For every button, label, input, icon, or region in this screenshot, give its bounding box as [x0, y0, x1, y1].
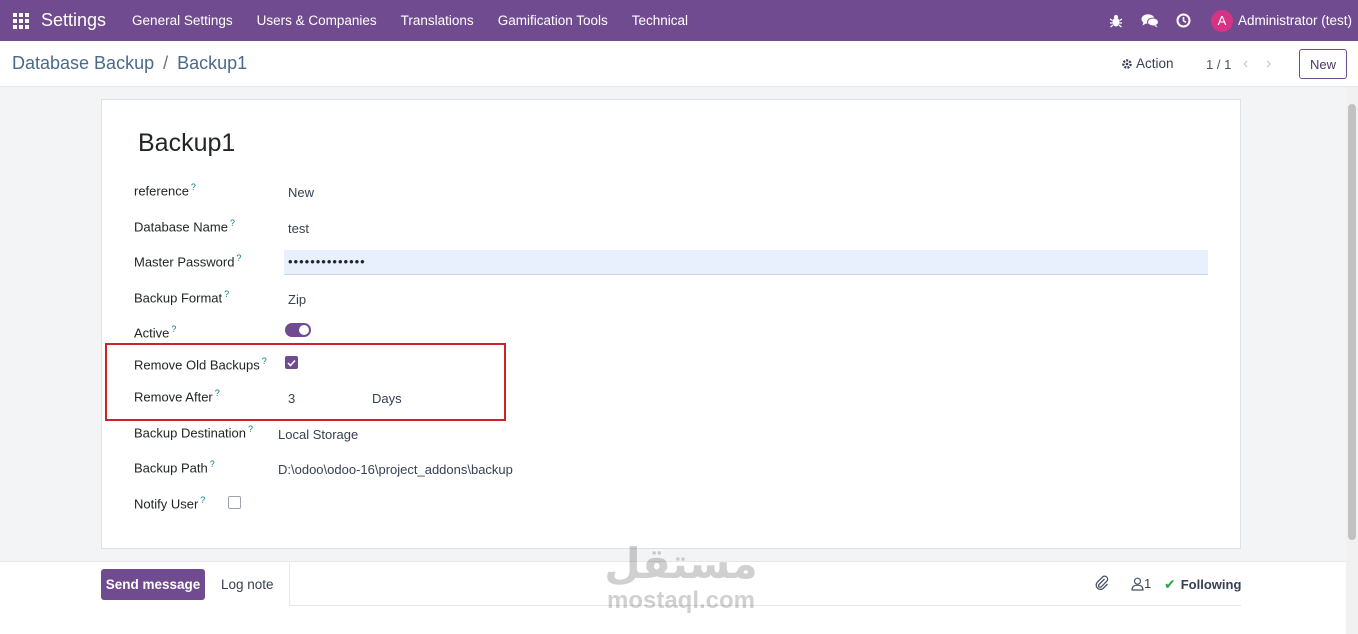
label-reference: reference? [134, 182, 196, 199]
label-backup-destination: Backup Destination? [134, 424, 254, 441]
label-database-name: Database Name? [134, 218, 235, 235]
chatter: Send message Log note 1 ✔ Following [0, 561, 1346, 634]
action-menu-button[interactable]: Action [1121, 56, 1174, 71]
label-backup-path: Backup Path? [134, 459, 215, 476]
control-panel: Database Backup / Backup1 Action 1 / 1 ‹… [0, 41, 1358, 87]
help-icon[interactable]: ? [210, 459, 215, 469]
backup-format-select[interactable]: Zip [288, 292, 306, 307]
menu-general-settings[interactable]: General Settings [132, 13, 233, 28]
following-button[interactable]: ✔ Following [1164, 576, 1241, 593]
active-toggle[interactable] [285, 323, 311, 337]
backup-destination-select[interactable]: Local Storage [278, 427, 358, 442]
help-icon[interactable]: ? [191, 182, 196, 192]
notify-user-checkbox[interactable] [228, 496, 241, 509]
highlight-annotation [105, 343, 506, 421]
reference-value: New [288, 185, 315, 200]
label-master-password: Master Password? [134, 253, 242, 270]
apps-grid-icon[interactable] [13, 12, 29, 29]
followers-button[interactable]: 1 [1131, 576, 1151, 591]
breadcrumb-current: Backup1 [177, 53, 248, 73]
help-icon[interactable]: ? [224, 289, 229, 299]
menu-users-companies[interactable]: Users & Companies [257, 13, 377, 28]
chatter-divider-line [289, 605, 1241, 606]
top-navbar: Settings General Settings Users & Compan… [0, 0, 1358, 41]
user-avatar[interactable]: A [1210, 9, 1233, 32]
pager-next-icon[interactable]: › [1266, 55, 1271, 73]
chat-icon[interactable] [1141, 12, 1159, 30]
user-icon [1131, 577, 1144, 591]
help-icon[interactable]: ? [200, 495, 205, 505]
backup-path-field[interactable]: D:\odoo\odoo-16\project_addons\backup [278, 462, 513, 477]
check-icon: ✔ [1164, 576, 1176, 592]
label-notify-user: Notify User? [134, 495, 206, 512]
breadcrumb: Database Backup / Backup1 [12, 53, 247, 74]
new-button[interactable]: New [1299, 49, 1347, 79]
breadcrumb-separator: / [163, 53, 169, 73]
paperclip-icon[interactable] [1095, 575, 1109, 596]
record-title: Backup1 [138, 129, 236, 157]
send-message-button[interactable]: Send message [101, 569, 205, 600]
pager-value[interactable]: 1 / 1 [1206, 57, 1231, 72]
menu-gamification-tools[interactable]: Gamification Tools [498, 13, 608, 28]
bug-icon[interactable] [1107, 12, 1125, 30]
help-icon[interactable]: ? [230, 218, 235, 228]
help-icon[interactable]: ? [236, 253, 241, 263]
gear-icon [1122, 58, 1132, 69]
breadcrumb-parent[interactable]: Database Backup [12, 53, 154, 73]
master-password-input[interactable]: •••••••••••••• [284, 250, 1208, 275]
chatter-divider [289, 562, 290, 605]
clock-icon[interactable] [1175, 12, 1193, 30]
pager-prev-icon[interactable]: ‹ [1243, 55, 1248, 73]
help-icon[interactable]: ? [248, 424, 253, 434]
form-sheet: Backup1 reference? New Database Name? te… [101, 99, 1241, 549]
menu-translations[interactable]: Translations [401, 13, 474, 28]
following-label: Following [1180, 577, 1242, 592]
master-password-dots: •••••••••••••• [288, 254, 366, 269]
help-icon[interactable]: ? [171, 324, 176, 334]
menu-technical[interactable]: Technical [632, 13, 688, 28]
user-menu[interactable]: Administrator (test) [1238, 13, 1352, 28]
log-note-button[interactable]: Log note [221, 577, 274, 592]
label-active: Active? [134, 324, 177, 341]
database-name-field[interactable]: test [288, 221, 309, 236]
scrollbar-thumb[interactable] [1348, 104, 1356, 540]
label-backup-format: Backup Format? [134, 289, 230, 306]
followers-count: 1 [1144, 576, 1152, 591]
app-brand[interactable]: Settings [41, 10, 106, 31]
action-label: Action [1136, 56, 1174, 71]
